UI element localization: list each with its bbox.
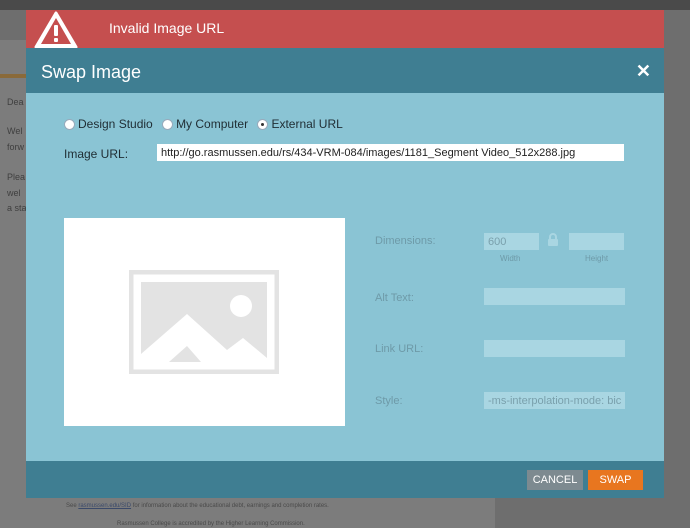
background-text: Plea [7,172,26,182]
radio-design-studio[interactable]: Design Studio [64,117,153,131]
background-accent-line [0,74,28,78]
image-source-options: Design Studio My Computer External URL [64,117,349,133]
dialog-footer: CANCEL SWAP [26,461,664,498]
radio-dot[interactable] [162,118,174,130]
link-url-label: Link URL: [375,343,424,355]
background-footer-line: Rasmussen College is accredited by the H… [117,521,305,527]
alert-message: Invalid Image URL [109,20,225,36]
background-topbar [0,0,690,10]
image-placeholder-icon [129,270,279,374]
alt-text-input[interactable] [484,288,625,305]
width-input[interactable] [484,233,539,250]
background-text: a sta [7,203,27,213]
background-text: Wel [7,126,23,136]
background-footer-line: See rasmussen.edu/SID for information ab… [66,503,329,509]
style-label: Style: [375,395,403,407]
swap-image-dialog: Swap Image ✕ Design Studio My Computer E… [26,48,664,498]
height-caption: Height [585,254,609,263]
warning-triangle-icon [34,11,78,49]
dialog-header: Swap Image ✕ [26,48,664,93]
style-input[interactable] [484,392,625,409]
image-url-input[interactable] [157,144,624,161]
background-footer-link: rasmussen.edu/SID [78,503,132,509]
swap-button[interactable]: SWAP [588,470,643,490]
background-text: Dea [7,97,24,107]
radio-external-url[interactable]: External URL [257,117,343,131]
background-text: forw [7,142,25,152]
lock-icon[interactable] [546,233,560,247]
image-url-label: Image URL: [64,147,129,161]
background-text: wel [7,188,21,198]
radio-my-computer[interactable]: My Computer [162,117,248,131]
error-alert: Invalid Image URL [26,10,664,49]
radio-label: Design Studio [78,117,153,131]
image-preview [64,218,345,426]
alt-text-label: Alt Text: [375,292,414,304]
radio-label: External URL [271,117,343,131]
link-url-input[interactable] [484,340,625,357]
radio-dot-selected[interactable] [257,118,269,130]
radio-label: My Computer [176,117,249,131]
dimensions-label: Dimensions: [375,235,436,247]
radio-dot[interactable] [64,118,75,130]
dialog-title: Swap Image [41,62,142,82]
height-input[interactable] [569,233,624,250]
width-caption: Width [500,254,521,263]
close-icon[interactable]: ✕ [636,62,651,80]
cancel-button[interactable]: CANCEL [527,470,583,490]
